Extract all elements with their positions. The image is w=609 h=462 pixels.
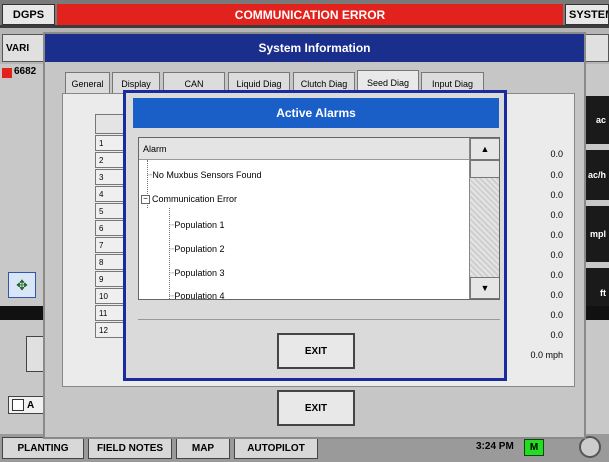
system-label: SYSTEM bbox=[569, 8, 608, 21]
active-alarms-title: Active Alarms bbox=[133, 98, 499, 128]
tab-planting[interactable]: PLANTING bbox=[2, 437, 84, 459]
tab-field-notes[interactable]: FIELD NOTES bbox=[88, 437, 172, 459]
scroll-up-button[interactable]: ▲ bbox=[470, 138, 499, 160]
value-readout: 0.0 bbox=[550, 310, 563, 320]
alarm-column-header: Alarm bbox=[139, 138, 469, 160]
vari-button[interactable]: VARI bbox=[2, 34, 46, 62]
tab-label: PLANTING bbox=[17, 442, 69, 454]
scroll-track[interactable] bbox=[470, 178, 499, 277]
value-readout: 0.0 bbox=[550, 330, 563, 340]
unit-label: ac/h bbox=[587, 170, 606, 180]
alarm-item[interactable]: ┈Population 4 bbox=[169, 291, 225, 300]
row-number: 5 bbox=[99, 206, 104, 216]
unit-label: ac bbox=[595, 115, 606, 125]
alarm-item[interactable]: ┈Population 3 bbox=[169, 268, 224, 279]
tab-label: Input Diag bbox=[431, 78, 474, 89]
value-readout: 0.0 bbox=[550, 230, 563, 240]
row-number: 8 bbox=[99, 257, 104, 267]
checkbox-label: A bbox=[27, 399, 35, 411]
chevron-down-icon: ▼ bbox=[480, 283, 490, 293]
chevron-up-icon: ▲ bbox=[480, 144, 490, 154]
row-number: 2 bbox=[99, 155, 104, 165]
row-number: 4 bbox=[99, 189, 104, 199]
clock-time: 3:24 PM bbox=[476, 441, 514, 452]
tab-label: Clutch Diag bbox=[300, 78, 348, 89]
system-info-exit-button[interactable]: EXIT bbox=[277, 390, 355, 426]
alarm-item-label: Population 1 bbox=[174, 220, 225, 230]
alarm-item[interactable]: ┈No Muxbus Sensors Found bbox=[147, 170, 261, 181]
active-alarms-dialog: Active Alarms Alarm ┈No Muxbus Sensors F… bbox=[123, 90, 507, 381]
tab-general[interactable]: General bbox=[65, 72, 110, 94]
tab-label: CAN bbox=[184, 78, 204, 89]
count-value: 6682 bbox=[14, 66, 37, 77]
error-banner: COMMUNICATION ERROR bbox=[57, 4, 563, 25]
scroll-down-button[interactable]: ▼ bbox=[470, 277, 499, 299]
alarm-tree[interactable]: Alarm ┈No Muxbus Sensors Found − Communi… bbox=[138, 137, 500, 300]
value-readout: 0.0 bbox=[550, 270, 563, 280]
dgps-label: DGPS bbox=[12, 8, 45, 21]
alarms-exit-button[interactable]: EXIT bbox=[277, 333, 355, 369]
row-number: 9 bbox=[99, 274, 104, 284]
tab-label: AUTOPILOT bbox=[247, 442, 305, 454]
checkbox[interactable] bbox=[12, 399, 24, 411]
speed-readout: 0.0 mph bbox=[530, 350, 563, 360]
unit-label: mpl bbox=[589, 229, 606, 239]
collapse-icon[interactable]: − bbox=[141, 194, 150, 204]
value-readout: 0.0 bbox=[550, 149, 563, 159]
mode-badge: M bbox=[524, 439, 544, 456]
unit-label: ft bbox=[600, 288, 606, 298]
alarm-item-label: No Muxbus Sensors Found bbox=[152, 170, 262, 180]
value-readout: 0.0 bbox=[550, 190, 563, 200]
tab-label: Seed Diag bbox=[366, 77, 410, 88]
gauge-icon[interactable] bbox=[579, 436, 601, 458]
error-banner-text: COMMUNICATION ERROR bbox=[234, 7, 386, 22]
alarm-item-label: Population 4 bbox=[174, 291, 225, 300]
scroll-thumb[interactable] bbox=[470, 160, 499, 178]
exit-label: EXIT bbox=[304, 402, 328, 414]
exit-label: EXIT bbox=[304, 345, 328, 357]
tab-autopilot[interactable]: AUTOPILOT bbox=[234, 437, 318, 459]
value-readout: 0.0 bbox=[550, 290, 563, 300]
divider bbox=[138, 319, 500, 320]
alarm-scrollbar[interactable]: ▲ ▼ bbox=[469, 138, 499, 299]
row-number: 12 bbox=[99, 325, 108, 335]
row-number: 3 bbox=[99, 172, 104, 182]
tab-label: MAP bbox=[191, 442, 215, 454]
row-number: 10 bbox=[99, 291, 108, 301]
alarm-item[interactable]: ┈Population 2 bbox=[169, 244, 224, 255]
value-readout: 0.0 bbox=[550, 250, 563, 260]
tab-label: Liquid Diag bbox=[236, 78, 282, 89]
alarm-item-label: Population 2 bbox=[174, 244, 225, 254]
red-indicator-icon bbox=[2, 68, 12, 78]
alarm-item-label: Population 3 bbox=[174, 268, 225, 278]
alarm-item[interactable]: ┈Population 1 bbox=[169, 220, 224, 231]
row-number: 11 bbox=[99, 308, 108, 318]
alarm-group[interactable]: − Communication Error bbox=[141, 194, 237, 204]
row-number: 7 bbox=[99, 240, 104, 250]
tab-label: Display bbox=[121, 78, 151, 89]
row-number: 6 bbox=[99, 223, 104, 233]
background-checkbox-row[interactable]: A bbox=[8, 396, 48, 414]
alarm-group-label: Communication Error bbox=[152, 194, 238, 204]
tab-label: FIELD NOTES bbox=[96, 442, 164, 454]
vari-label: VARI bbox=[6, 42, 30, 54]
system-button[interactable]: SYSTEM bbox=[565, 4, 609, 25]
value-readout: 0.0 bbox=[550, 210, 563, 220]
value-readout: 0.0 bbox=[550, 170, 563, 180]
tab-label: General bbox=[71, 78, 104, 89]
dgps-button[interactable]: DGPS bbox=[2, 4, 55, 25]
row-number: 1 bbox=[99, 138, 104, 148]
system-information-title: System Information bbox=[45, 34, 584, 62]
tab-map[interactable]: MAP bbox=[176, 437, 230, 459]
move-arrows-icon[interactable]: ✥ bbox=[8, 272, 36, 298]
